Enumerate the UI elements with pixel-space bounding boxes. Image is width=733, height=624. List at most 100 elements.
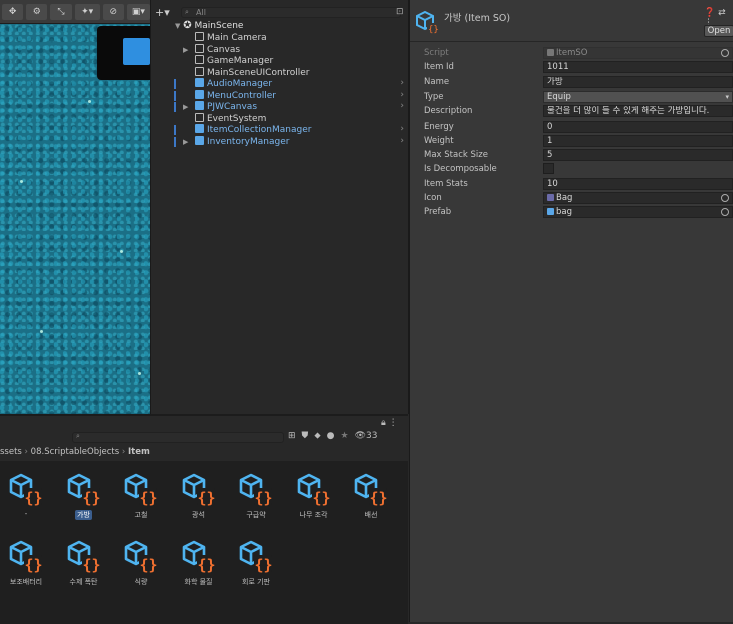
field-value-type[interactable]: Equip ▾ — [543, 91, 733, 103]
scene-speck — [138, 372, 141, 375]
object-picker-icon[interactable] — [721, 49, 729, 57]
settings-icon[interactable]: ⚙ — [26, 3, 48, 20]
chevron-right-icon[interactable]: › — [400, 136, 404, 146]
svg-text:{}: {} — [140, 489, 158, 507]
asset-label: 배선 — [364, 511, 378, 519]
asset-label: 화학 물질 — [184, 578, 213, 586]
prefab-icon — [547, 208, 554, 215]
svg-text:{}: {} — [255, 489, 273, 507]
asset-item[interactable]: {} 화학 물질 — [170, 538, 228, 587]
field-value-item-stats[interactable]: 10 — [543, 178, 733, 190]
hierarchy-item[interactable]: AudioManager — [185, 78, 272, 90]
field-label: Item Id — [424, 62, 454, 72]
hierarchy-item-label: MenuController — [207, 90, 276, 101]
hierarchy-item[interactable]: ▶ PJWCanvas — [183, 101, 258, 113]
chevron-right-icon[interactable]: › — [400, 101, 404, 111]
tag-icon[interactable]: ⬥ — [314, 431, 320, 441]
expand-arrow-icon[interactable]: ▶ — [183, 101, 188, 113]
asset-label: 식량 — [134, 578, 148, 586]
move-tool-icon[interactable]: ✥ — [2, 3, 24, 20]
hierarchy-root-scene[interactable]: ▼ ✪ MainScene — [175, 20, 243, 32]
prefab-cube-icon — [195, 78, 204, 87]
asset-label: 수제 폭탄 — [69, 578, 98, 586]
scene-gizmo-icon[interactable]: ⤡ — [50, 3, 72, 20]
asset-label: 회로 기판 — [242, 578, 270, 586]
scene-speck — [120, 250, 123, 253]
hierarchy-item[interactable]: Main Camera — [185, 32, 267, 44]
visibility-count[interactable]: 👁︎33 — [355, 431, 378, 441]
scene-view[interactable] — [0, 0, 150, 414]
add-icon[interactable]: +▾ — [155, 6, 170, 19]
field-value-item-id[interactable]: 1011 — [543, 61, 733, 73]
field-value-script: ItemSO — [543, 47, 733, 59]
hierarchy-item[interactable]: EventSystem — [185, 112, 266, 125]
hierarchy-item[interactable]: ItemCollectionManager — [185, 124, 311, 136]
visibility-icon[interactable]: ⊘ — [102, 3, 124, 20]
asset-item[interactable]: {} 보조배터리 — [0, 538, 55, 587]
field-value-name[interactable]: 가방 — [543, 76, 733, 88]
scriptable-object-icon: {} — [124, 473, 158, 507]
hierarchy-item[interactable]: MenuController — [185, 89, 276, 102]
camera-icon[interactable]: ▣▾ — [126, 3, 150, 20]
scriptable-object-icon: {} — [182, 473, 215, 507]
svg-text:{}: {} — [140, 556, 158, 574]
hierarchy-item[interactable]: GameManager — [185, 55, 273, 67]
object-picker-icon[interactable] — [721, 208, 729, 216]
field-value-max-stack-size[interactable]: 5 — [543, 149, 733, 161]
field-label: Prefab — [424, 207, 452, 217]
asset-item[interactable]: {} 배선 — [342, 471, 400, 520]
asset-item[interactable]: {} 가방 — [55, 471, 113, 520]
hierarchy-item-label: GameManager — [207, 56, 274, 66]
field-label: Weight — [424, 136, 454, 146]
breadcrumb-segment[interactable]: ssets — [0, 447, 22, 457]
filter-by-type-icon[interactable]: ⊞ — [288, 431, 296, 441]
project-asset-grid: {} -{} 가방{} 고철{} 광석{} 구급약{} 나무 조각{} 배선{} 보조배터리{}… — [0, 461, 408, 624]
chevron-right-icon[interactable]: › — [400, 90, 404, 100]
hierarchy-item-label: PJWCanvas — [207, 102, 258, 112]
project-search-input[interactable]: ⌕ — [72, 432, 284, 443]
expand-arrow-icon[interactable]: ▶ — [183, 136, 188, 148]
field-value-weight[interactable]: 1 — [543, 135, 733, 147]
asset-item[interactable]: {} - — [0, 471, 55, 518]
hierarchy-item[interactable]: ▶ InventoryManager — [183, 135, 289, 148]
svg-text:{}: {} — [312, 489, 330, 507]
expand-arrow-icon[interactable]: ▶ — [183, 44, 188, 56]
filter-by-label-icon[interactable]: ⛊ — [302, 431, 309, 441]
gameobject-cube-icon — [195, 55, 204, 64]
scriptable-object-icon: {} — [9, 473, 43, 507]
search-options-icon[interactable]: ⊡ — [396, 7, 404, 17]
scriptable-object-icon: {} — [9, 540, 43, 574]
field-value-energy[interactable]: 0 — [543, 121, 733, 133]
chevron-right-icon[interactable]: › — [400, 124, 404, 134]
expand-arrow-icon[interactable]: ▼ — [175, 22, 180, 30]
hierarchy-search-input[interactable]: ⌕ All — [181, 7, 401, 18]
open-button[interactable]: Open — [704, 25, 733, 37]
is-decomposable-checkbox[interactable] — [543, 163, 554, 174]
scene-toolbar: ✥ ⚙ ⤡ ✦▾ ⊘ ▣▾ — [0, 0, 150, 24]
breadcrumb-segment[interactable]: Item — [128, 447, 150, 457]
asset-item[interactable]: {} 수제 폭탄 — [55, 538, 113, 587]
tool-dropdown-icon[interactable]: ✦▾ — [74, 3, 100, 20]
breadcrumb-segment[interactable]: 08.ScriptableObjects — [31, 447, 119, 457]
scriptable-object-icon: {} — [416, 10, 439, 34]
asset-item[interactable]: {} 광석 — [170, 471, 228, 520]
asset-item[interactable]: {} 회로 기판 — [227, 538, 285, 587]
asset-item[interactable]: {} 구급약 — [227, 471, 285, 520]
field-value-prefab[interactable]: bag — [543, 206, 733, 218]
warning-icon[interactable]: ● — [327, 431, 335, 441]
favorite-star-icon[interactable]: ★ — [340, 431, 348, 441]
lock-icon[interactable]: 🔒︎ ⋮ — [381, 418, 398, 428]
hierarchy-item[interactable]: MainSceneUIController — [185, 66, 309, 79]
asset-item[interactable]: {} 나무 조각 — [285, 471, 343, 520]
scriptable-object-icon: {} — [239, 540, 273, 574]
asset-item[interactable]: {} 식량 — [112, 538, 170, 587]
asset-label: 가방 — [75, 510, 92, 520]
field-value-description[interactable]: 물건을 더 많이 들 수 있게 해주는 가방입니다. — [543, 105, 733, 117]
hierarchy-item[interactable]: ▶ Canvas — [183, 43, 240, 56]
field-label: Name — [424, 77, 450, 87]
project-filter-toolbar: ⊞ ⛊ ⬥ ● ★ 👁︎33 — [288, 431, 377, 441]
asset-item[interactable]: {} 고철 — [112, 471, 170, 520]
chevron-right-icon[interactable]: › — [400, 78, 404, 88]
field-value-icon[interactable]: Bag — [543, 192, 733, 204]
object-picker-icon[interactable] — [721, 194, 729, 202]
